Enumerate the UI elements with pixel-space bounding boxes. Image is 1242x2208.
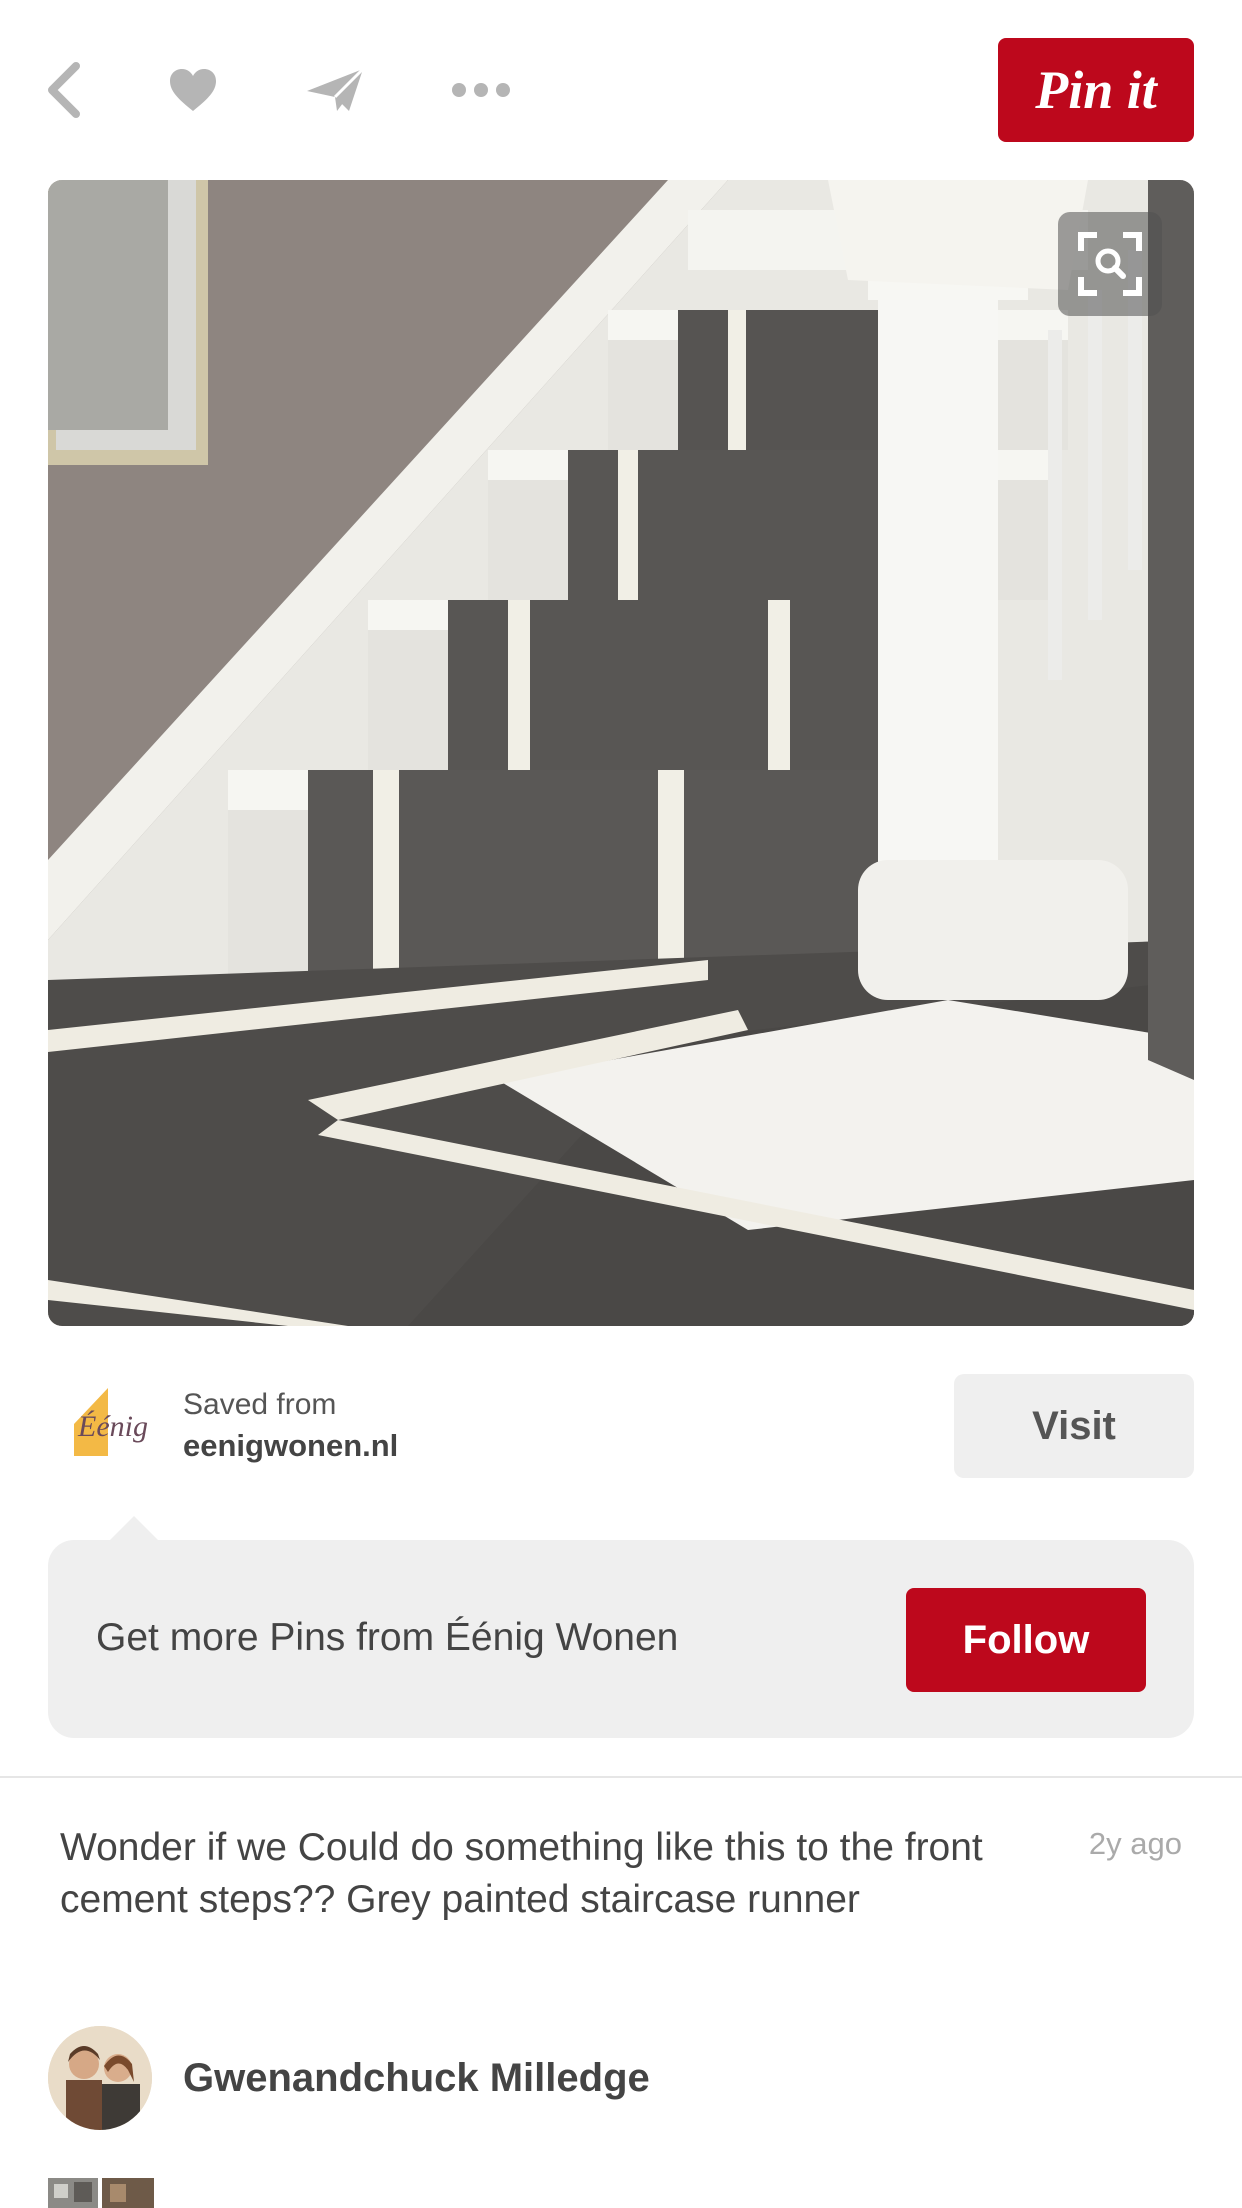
pin-timestamp: 2y ago (1088, 1826, 1182, 1861)
heart-icon[interactable] (166, 58, 220, 122)
saved-from-text: Saved from eenigwonen.nl (183, 1388, 398, 1464)
pin-description: Wonder if we Could do something like thi… (60, 1826, 983, 1921)
source-site-link[interactable]: eenigwonen.nl (183, 1428, 398, 1464)
card-pointer (110, 1516, 158, 1540)
follow-card: Get more Pins from Éénig Wonen Follow (48, 1516, 1194, 1738)
saved-from-label: Saved from (183, 1388, 337, 1421)
follow-card-text: Get more Pins from Éénig Wonen (96, 1616, 679, 1659)
avatar[interactable] (48, 2026, 152, 2130)
pinner-name[interactable]: Gwenandchuck Milledge (183, 2056, 650, 2101)
follow-label: Follow (962, 1617, 1090, 1662)
visit-label: Visit (1032, 1403, 1116, 1448)
more-icon[interactable] (450, 58, 512, 122)
pin-it-button[interactable]: Pin it (998, 38, 1194, 142)
follow-button[interactable]: Follow (906, 1588, 1146, 1692)
site-logo-text: Éénig (77, 1410, 148, 1443)
visual-search-icon (1078, 232, 1142, 296)
visit-button[interactable]: Visit (954, 1374, 1194, 1478)
pin-image[interactable] (48, 180, 1194, 1326)
pinner-row[interactable]: Gwenandchuck Milledge (48, 2026, 1194, 2130)
back-chevron-icon[interactable] (44, 58, 84, 122)
visual-search-button[interactable] (1058, 212, 1162, 316)
pin-it-label: Pin it (1035, 60, 1157, 120)
staircase-photo (48, 180, 1194, 1326)
divider (0, 1776, 1242, 1778)
site-logo[interactable]: Éénig (68, 1384, 154, 1470)
top-bar: Pin it (0, 0, 1242, 180)
board-thumbnails[interactable] (48, 2178, 154, 2208)
send-icon[interactable] (304, 58, 366, 122)
saved-from-row: Éénig Saved from eenigwonen.nl Visit (48, 1374, 1194, 1480)
